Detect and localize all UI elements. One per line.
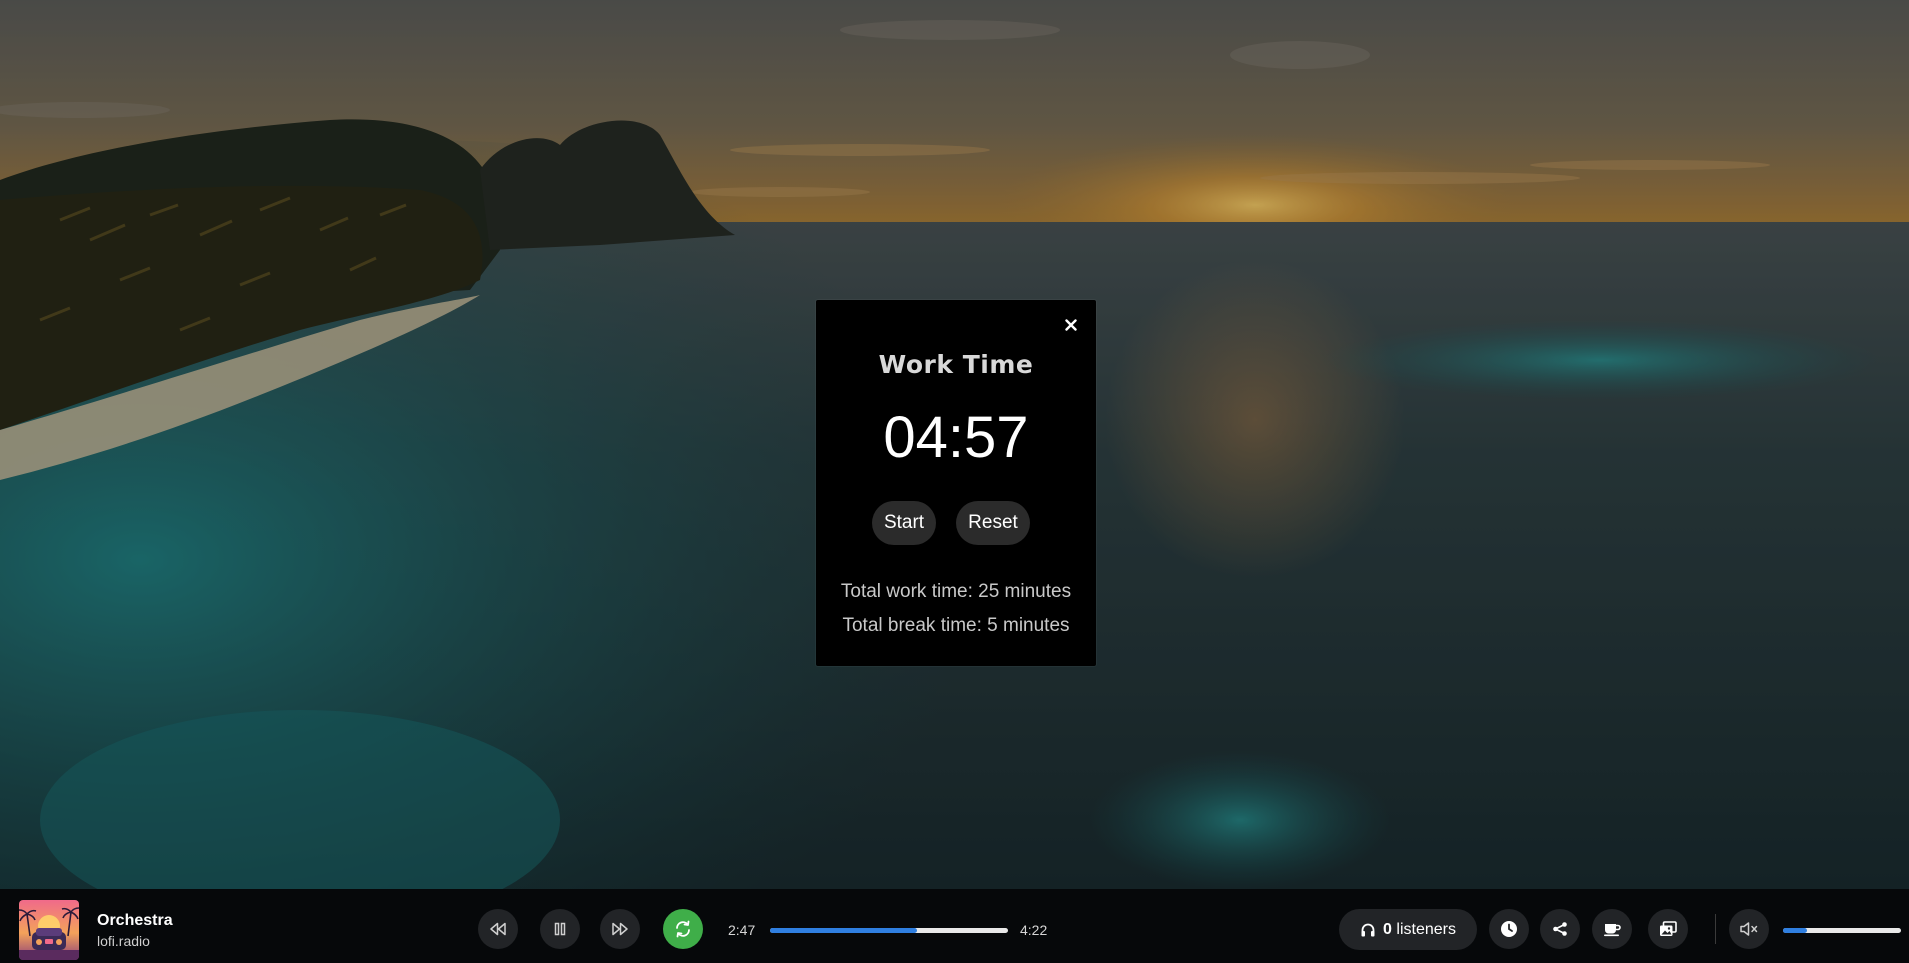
- gallery-button[interactable]: [1648, 909, 1688, 949]
- progress-fill: [770, 928, 917, 933]
- rewind-icon: [490, 922, 506, 936]
- timer-button[interactable]: [1489, 909, 1529, 949]
- share-icon: [1553, 922, 1567, 936]
- clock-icon: [1501, 921, 1517, 937]
- close-icon: [1065, 319, 1077, 331]
- share-button[interactable]: [1540, 909, 1580, 949]
- total-work-time: Total work time: 25 minutes: [840, 581, 1072, 602]
- time-total: 4:22: [1020, 922, 1048, 938]
- listeners-count: 0: [1383, 920, 1392, 938]
- pause-button[interactable]: [540, 909, 580, 949]
- fast-forward-button[interactable]: [600, 909, 640, 949]
- timer-modal: Work Time 04:57 Start Reset Total work t…: [816, 300, 1096, 666]
- listeners-button[interactable]: 0 listeners: [1339, 909, 1477, 950]
- start-button[interactable]: Start: [872, 501, 936, 545]
- mute-button[interactable]: [1729, 909, 1769, 949]
- image-gallery-icon: [1660, 921, 1677, 936]
- album-art-image: [19, 900, 79, 960]
- listeners-label: listeners: [1396, 920, 1456, 938]
- progress-slider[interactable]: [770, 928, 1008, 933]
- fast-forward-icon: [612, 922, 628, 936]
- volume-fill: [1783, 928, 1807, 933]
- repeat-button[interactable]: [663, 909, 703, 949]
- track-title: Orchestra: [97, 912, 173, 929]
- album-art: [19, 900, 79, 960]
- pause-icon: [554, 922, 566, 936]
- volume-slider[interactable]: [1783, 928, 1901, 933]
- coffee-button[interactable]: [1592, 909, 1632, 949]
- rewind-button[interactable]: [478, 909, 518, 949]
- time-elapsed: 2:47: [728, 922, 756, 938]
- player-bar: Orchestra lofi.radio 2:47 4:22 0 listene…: [0, 889, 1909, 963]
- timer-countdown: 04:57: [883, 405, 1029, 470]
- headphones-icon: [1361, 923, 1375, 936]
- divider: [1715, 914, 1716, 944]
- speaker-muted-icon: [1740, 922, 1758, 936]
- close-button[interactable]: [1060, 314, 1082, 336]
- coffee-cup-icon: [1604, 924, 1621, 937]
- reset-button[interactable]: Reset: [956, 501, 1030, 545]
- repeat-icon: [676, 920, 690, 938]
- track-artist: lofi.radio: [97, 933, 150, 949]
- total-break-time: Total break time: 5 minutes: [842, 615, 1070, 636]
- timer-title: Work Time: [878, 350, 1034, 379]
